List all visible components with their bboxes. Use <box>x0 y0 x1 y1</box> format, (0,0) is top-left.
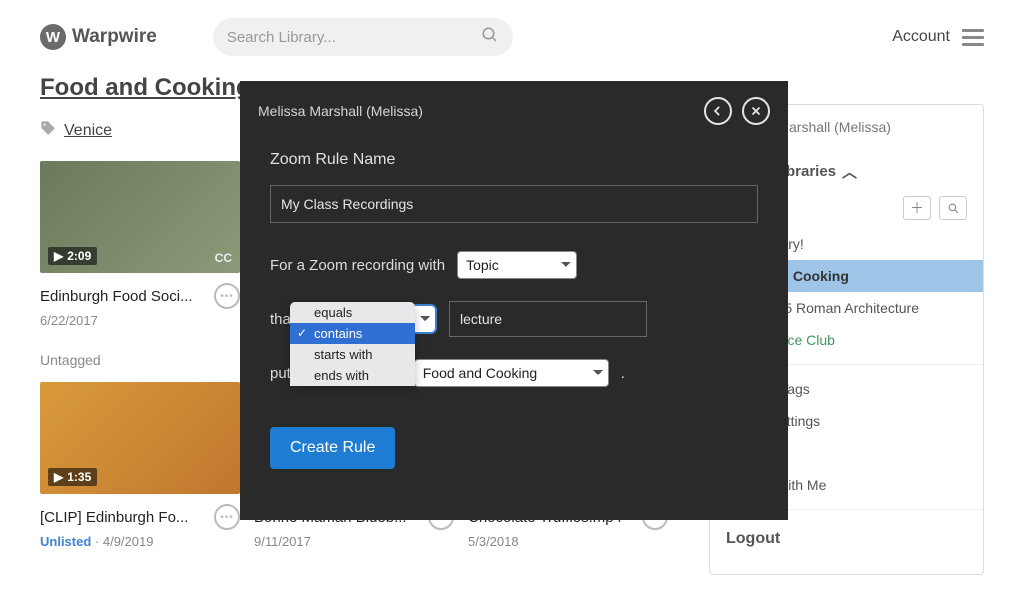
create-rule-button[interactable]: Create Rule <box>270 427 395 469</box>
rule-sentence-row1: For a Zoom recording with Topic <box>270 251 758 279</box>
zoom-rule-modal: Melissa Marshall (Melissa) Zoom Rule Nam… <box>240 81 788 520</box>
field-select[interactable]: Topic <box>457 251 577 279</box>
sentence-period: . <box>621 365 625 382</box>
sentence-prefix: For a Zoom recording with <box>270 257 445 274</box>
match-value-input[interactable] <box>449 301 647 337</box>
modal-overlay: Melissa Marshall (Melissa) Zoom Rule Nam… <box>0 0 1024 600</box>
rule-name-input[interactable] <box>270 185 758 223</box>
dropdown-option-endswith[interactable]: ends with <box>290 365 415 386</box>
dropdown-option-contains[interactable]: contains <box>290 323 415 344</box>
modal-header: Melissa Marshall (Melissa) <box>240 81 788 125</box>
close-button[interactable] <box>742 97 770 125</box>
dropdown-option-equals[interactable]: equals <box>290 302 415 323</box>
dropdown-option-startswith[interactable]: starts with <box>290 344 415 365</box>
back-button[interactable] <box>704 97 732 125</box>
rule-name-label: Zoom Rule Name <box>270 151 758 169</box>
condition-dropdown-list[interactable]: equals contains starts with ends with <box>290 302 415 386</box>
library-select[interactable]: Food and Cooking <box>414 359 609 387</box>
modal-breadcrumb: Melissa Marshall (Melissa) <box>258 103 423 119</box>
